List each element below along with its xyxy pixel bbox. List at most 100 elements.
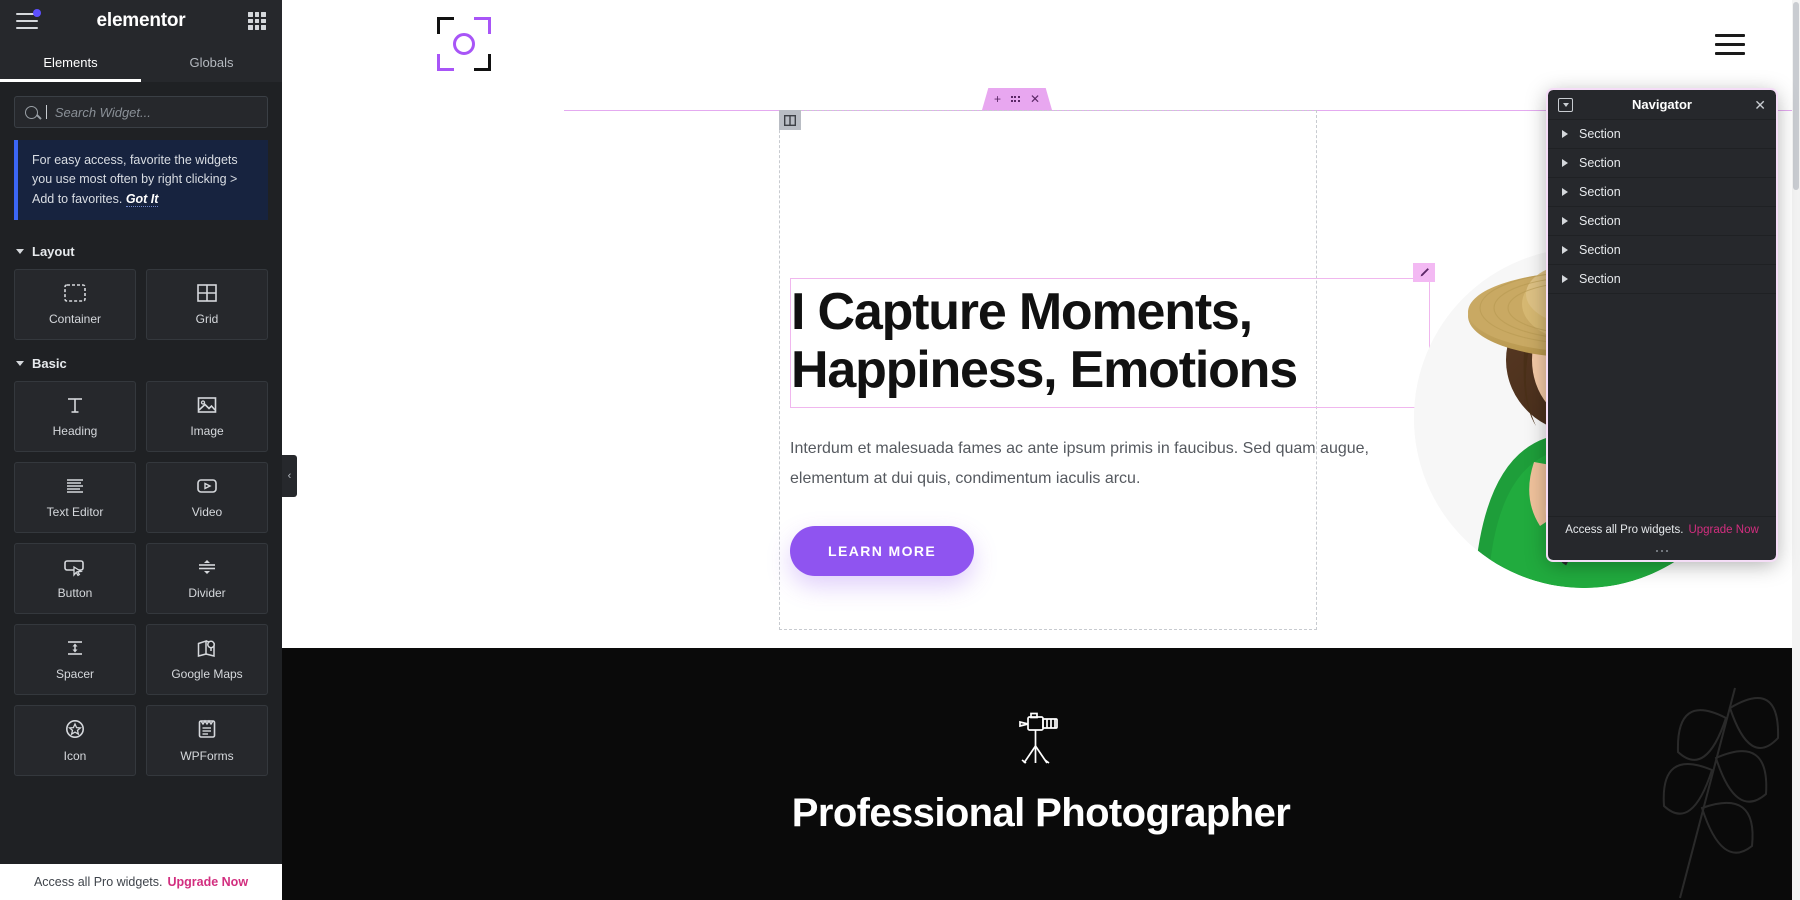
basic-widget-grid: Heading Image Text Editor Video Button D… — [14, 381, 268, 777]
widget-spacer[interactable]: Spacer — [14, 624, 136, 696]
navigator-title: Navigator — [1632, 97, 1692, 112]
widget-icon-label: Icon — [63, 749, 87, 764]
layout-widget-grid: Container Grid — [14, 269, 268, 341]
camera-bracket-logo[interactable] — [437, 17, 491, 71]
dock-toggle-icon[interactable] — [1558, 97, 1573, 112]
navigator-row-label: Section — [1579, 156, 1621, 170]
navigator-row-label: Section — [1579, 185, 1621, 199]
search-widget-box[interactable] — [14, 96, 268, 128]
divider-icon — [199, 560, 215, 575]
widget-icon[interactable]: Icon — [14, 705, 136, 777]
heading-t-icon — [68, 398, 82, 413]
navigator-row-label: Section — [1579, 272, 1621, 286]
widget-grid[interactable]: Grid — [146, 269, 268, 341]
widget-google-maps[interactable]: Google Maps — [146, 624, 268, 696]
navigator-list: Section Section Section Section Section … — [1548, 120, 1776, 516]
video-play-icon — [197, 479, 217, 493]
drag-dots-icon[interactable] — [1010, 96, 1020, 102]
navigator-upgrade-footer: Access all Pro widgets. Upgrade Now — [1548, 516, 1776, 542]
hero-paragraph: Interdum et malesuada fames ac ante ipsu… — [790, 440, 1369, 488]
category-basic: Basic Heading Image Text Editor Video Bu… — [14, 346, 268, 777]
widget-spacer-label: Spacer — [55, 667, 95, 682]
widget-image[interactable]: Image — [146, 381, 268, 453]
wpforms-icon — [198, 719, 216, 738]
tripod-camera-icon — [1014, 710, 1068, 773]
button-cursor-icon — [64, 560, 84, 577]
close-section-icon[interactable]: ✕ — [1030, 93, 1040, 105]
navigator-resize-handle[interactable] — [1548, 542, 1776, 560]
dark-section-title: Professional Photographer — [791, 791, 1291, 835]
navigator-row-2[interactable]: Section — [1548, 149, 1776, 178]
star-circle-icon — [66, 720, 84, 739]
widget-heading[interactable]: Heading — [14, 381, 136, 453]
elementor-brand: elementor — [96, 10, 186, 31]
tab-globals[interactable]: Globals — [141, 42, 282, 82]
navigator-row-label: Section — [1579, 127, 1621, 141]
canvas-scrollbar[interactable] — [1792, 0, 1800, 900]
panel-upgrade-link[interactable]: Upgrade Now — [167, 875, 248, 889]
navigator-upgrade-link[interactable]: Upgrade Now — [1688, 524, 1758, 536]
section-toolbar: + ✕ — [982, 88, 1052, 110]
got-it-link[interactable]: Got It — [125, 191, 159, 207]
widget-text-editor[interactable]: Text Editor — [14, 462, 136, 534]
learn-more-button[interactable]: LEARN MORE — [790, 525, 975, 576]
widget-video-label: Video — [191, 505, 223, 520]
widget-container[interactable]: Container — [14, 269, 136, 341]
heading-widget-selected[interactable]: I Capture Moments, Happiness, Emotions — [790, 263, 1435, 409]
chevron-right-icon[interactable] — [1562, 275, 1568, 283]
widget-wpforms[interactable]: WPForms — [146, 705, 268, 777]
close-icon[interactable]: ✕ — [1754, 98, 1766, 112]
widget-image-label: Image — [190, 424, 224, 439]
navigator-upgrade-text: Access all Pro widgets. — [1565, 523, 1684, 536]
navigator-row-label: Section — [1579, 214, 1621, 228]
category-layout: Layout Container Grid — [14, 234, 268, 341]
text-caret — [46, 105, 47, 119]
grid-icon — [197, 284, 217, 302]
category-basic-label: Basic — [32, 356, 67, 372]
navigator-row-6[interactable]: Section — [1548, 265, 1776, 294]
chevron-down-icon — [16, 249, 24, 255]
widget-grid-label: Grid — [195, 312, 219, 327]
widget-button-label: Button — [57, 586, 93, 601]
image-icon — [197, 397, 217, 413]
widget-container-label: Container — [48, 312, 102, 327]
chevron-right-icon[interactable] — [1562, 188, 1568, 196]
google-maps-icon — [197, 640, 215, 658]
panel-header: elementor — [0, 0, 282, 42]
hamburger-icon[interactable] — [16, 9, 41, 29]
category-layout-label: Layout — [32, 244, 75, 260]
navigator-row-5[interactable]: Section — [1548, 236, 1776, 265]
navigator-row-3[interactable]: Section — [1548, 178, 1776, 207]
navigator-row-1[interactable]: Section — [1548, 120, 1776, 149]
container-icon — [64, 284, 86, 302]
chevron-left-icon: ‹ — [287, 469, 292, 482]
panel-body: For easy access, favorite the widgets yo… — [0, 82, 282, 864]
navigator-panel: Navigator ✕ Section Section Section Sect… — [1546, 88, 1778, 562]
favorites-notice: For easy access, favorite the widgets yo… — [14, 140, 268, 221]
hero-text-block: I Capture Moments, Happiness, Emotions I… — [790, 263, 1435, 576]
widget-text-editor-label: Text Editor — [46, 505, 104, 520]
tab-elements[interactable]: Elements — [0, 42, 141, 82]
chevron-down-icon — [16, 361, 24, 367]
add-section-icon[interactable]: + — [994, 93, 1001, 105]
widget-heading-label: Heading — [52, 424, 98, 439]
category-basic-header[interactable]: Basic — [14, 346, 268, 381]
chevron-right-icon[interactable] — [1562, 159, 1568, 167]
text-editor-icon — [67, 479, 83, 493]
widgets-panel: elementor Elements Globals For easy acce… — [0, 0, 282, 900]
chevron-right-icon[interactable] — [1562, 246, 1568, 254]
navigator-header: Navigator ✕ — [1548, 90, 1776, 120]
panel-collapse-handle[interactable]: ‹ — [282, 455, 297, 497]
column-handle-icon[interactable] — [779, 110, 801, 130]
search-input[interactable] — [54, 104, 257, 120]
widget-button[interactable]: Button — [14, 543, 136, 615]
chevron-right-icon[interactable] — [1562, 217, 1568, 225]
category-layout-header[interactable]: Layout — [14, 234, 268, 269]
chevron-right-icon[interactable] — [1562, 130, 1568, 138]
apps-grid-icon[interactable] — [248, 12, 266, 30]
nav-hamburger-icon[interactable] — [1715, 33, 1745, 55]
navigator-row-label: Section — [1579, 243, 1621, 257]
widget-video[interactable]: Video — [146, 462, 268, 534]
widget-divider[interactable]: Divider — [146, 543, 268, 615]
navigator-row-4[interactable]: Section — [1548, 207, 1776, 236]
